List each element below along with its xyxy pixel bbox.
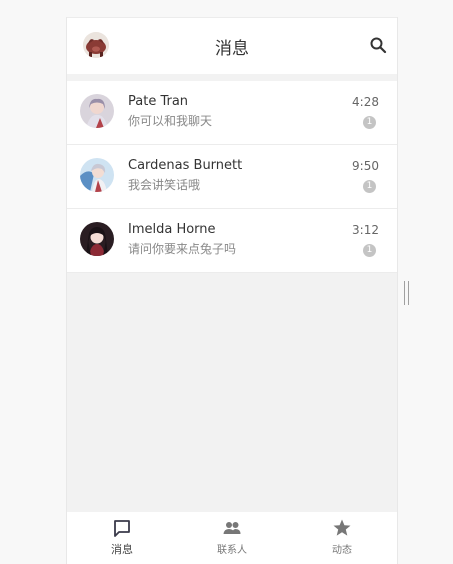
tab-contacts[interactable]: 联系人 — [177, 512, 287, 564]
contact-name: Imelda Horne — [128, 222, 216, 237]
page-title: 消息 — [215, 39, 249, 59]
avatar — [80, 94, 114, 128]
contact-name: Cardenas Burnett — [128, 158, 243, 173]
last-message: 我会讲笑话哦 — [128, 178, 201, 192]
conversation-item[interactable]: Imelda Horne 请问你要来点兔子吗 3:12 1 — [67, 209, 397, 273]
tab-label: 消息 — [111, 543, 133, 556]
unread-badge: 1 — [363, 116, 376, 129]
search-icon[interactable] — [369, 36, 387, 54]
tab-label: 联系人 — [217, 545, 247, 556]
chat-bubble-icon — [114, 520, 130, 537]
unread-badge: 1 — [363, 180, 376, 193]
unread-badge: 1 — [363, 244, 376, 257]
conversation-item[interactable]: Pate Tran 你可以和我聊天 4:28 1 — [67, 81, 397, 145]
conversation-list: Pate Tran 你可以和我聊天 4:28 1 Cardenas Burnet… — [67, 81, 397, 273]
last-message: 你可以和我聊天 — [128, 114, 213, 128]
last-message: 请问你要来点兔子吗 — [128, 242, 237, 256]
bottom-tab-bar: 消息 联系人 动态 — [67, 512, 397, 564]
avatar — [80, 222, 114, 256]
people-icon — [223, 522, 241, 534]
avatar — [80, 158, 114, 192]
contact-name: Pate Tran — [128, 94, 189, 109]
conversation-item[interactable]: Cardenas Burnett 我会讲笑话哦 9:50 1 — [67, 145, 397, 209]
message-time: 9:50 — [352, 159, 379, 173]
message-time: 3:12 — [352, 223, 379, 237]
message-time: 4:28 — [352, 95, 379, 109]
star-icon — [333, 519, 351, 536]
resize-handle[interactable] — [404, 281, 409, 305]
tab-label: 动态 — [332, 545, 352, 556]
tab-messages[interactable]: 消息 — [67, 512, 177, 564]
app-header: 消息 — [67, 17, 397, 74]
tab-moments[interactable]: 动态 — [287, 512, 397, 564]
app-frame: 消息 Pate Tran 你可以和我聊天 4:28 1 Cardenas Bur… — [66, 17, 398, 564]
